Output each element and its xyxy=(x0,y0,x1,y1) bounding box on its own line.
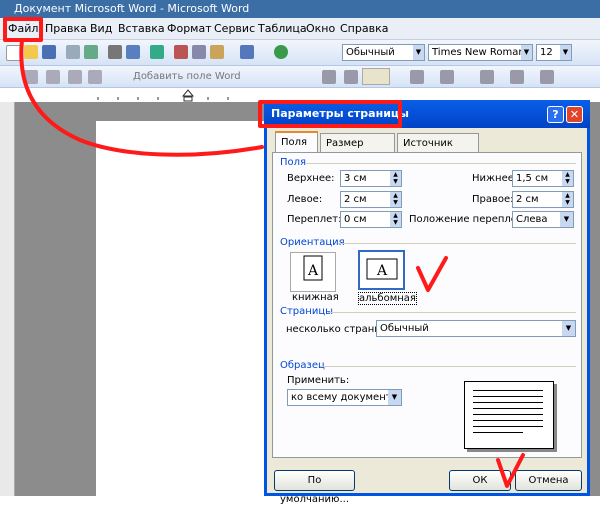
dialog-title-highlight xyxy=(258,100,402,128)
landscape-checkmark xyxy=(416,256,448,292)
ok-checkmark xyxy=(496,453,525,488)
file-menu-highlight xyxy=(3,17,43,42)
annotation-arrow xyxy=(19,38,264,157)
annotation-overlay xyxy=(3,17,525,488)
